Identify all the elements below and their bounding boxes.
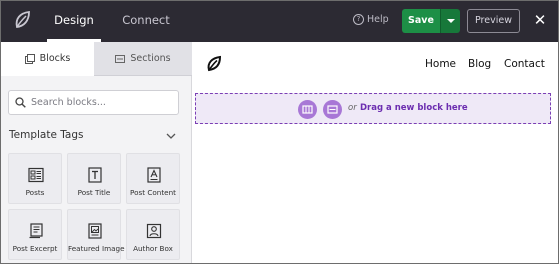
tab-blocks-label: Blocks xyxy=(39,53,71,64)
block-label: Featured Image xyxy=(68,244,125,253)
block-post-title[interactable]: Post Title xyxy=(67,153,121,204)
author-box-icon xyxy=(146,223,162,239)
tab-sections-label: Sections xyxy=(130,52,171,64)
sidebar-tabs: Blocks Sections xyxy=(1,42,192,76)
left-sidebar: Blocks Sections Template Tags xyxy=(1,42,192,263)
block-label: Author Box xyxy=(133,244,173,253)
post-content-icon xyxy=(147,167,161,183)
top-bar: Design Connect ? Help Save Preview ✕ xyxy=(1,1,558,42)
preview-button[interactable]: Preview xyxy=(467,9,520,33)
block-label: Post Content xyxy=(130,188,176,197)
block-featured-image[interactable]: Featured Image xyxy=(67,209,125,260)
blocks-icon xyxy=(24,54,35,64)
search-input[interactable] xyxy=(31,97,171,108)
block-author-box[interactable]: Author Box xyxy=(126,209,180,260)
block-drop-zone[interactable]: or Drag a new block here xyxy=(195,93,551,124)
save-options-dropdown[interactable] xyxy=(440,9,460,33)
block-label: Posts xyxy=(25,188,45,197)
section-icon xyxy=(327,105,338,114)
tab-connect[interactable]: Connect xyxy=(117,1,175,42)
help-icon: ? xyxy=(353,14,364,25)
nav-blog[interactable]: Blog xyxy=(468,58,491,70)
block-label: Post Title xyxy=(77,188,111,197)
nav-contact[interactable]: Contact xyxy=(504,58,545,70)
template-tags-header[interactable]: Template Tags xyxy=(9,129,179,145)
help-link[interactable]: ? Help xyxy=(353,14,389,25)
tab-blocks[interactable]: Blocks xyxy=(1,42,94,76)
section-title: Template Tags xyxy=(9,129,84,141)
site-logo-icon xyxy=(207,55,222,72)
add-section-button[interactable] xyxy=(323,100,342,119)
save-button[interactable]: Save xyxy=(402,9,440,33)
sections-icon xyxy=(115,54,126,63)
close-icon[interactable]: ✕ xyxy=(532,11,548,29)
app-window: Design Connect ? Help Save Preview ✕ Blo… xyxy=(0,0,559,264)
tab-design[interactable]: Design xyxy=(47,1,101,42)
search-field[interactable] xyxy=(8,90,179,115)
search-icon xyxy=(15,97,26,108)
featured-image-icon xyxy=(88,223,102,239)
tab-design-label: Design xyxy=(54,13,94,27)
add-column-button[interactable] xyxy=(298,100,317,119)
post-title-icon xyxy=(88,167,102,183)
help-label: Help xyxy=(367,14,389,25)
post-excerpt-icon xyxy=(29,223,43,239)
columns-icon xyxy=(302,105,313,114)
save-group: Save xyxy=(402,9,460,33)
or-label: or xyxy=(348,103,357,113)
block-post-excerpt[interactable]: Post Excerpt xyxy=(8,209,62,260)
drag-hint-label: Drag a new block here xyxy=(360,103,468,113)
posts-icon xyxy=(28,167,44,183)
block-label: Post Excerpt xyxy=(12,244,58,253)
tab-sections[interactable]: Sections xyxy=(94,42,192,76)
seedprod-logo-icon xyxy=(15,10,30,29)
block-post-content[interactable]: Post Content xyxy=(126,153,180,204)
tab-connect-label: Connect xyxy=(122,13,170,27)
block-posts[interactable]: Posts xyxy=(8,153,62,204)
chevron-down-icon xyxy=(166,133,176,139)
page-canvas: Home Blog Contact or Drag a new block he… xyxy=(193,42,558,263)
nav-home[interactable]: Home xyxy=(425,58,456,70)
